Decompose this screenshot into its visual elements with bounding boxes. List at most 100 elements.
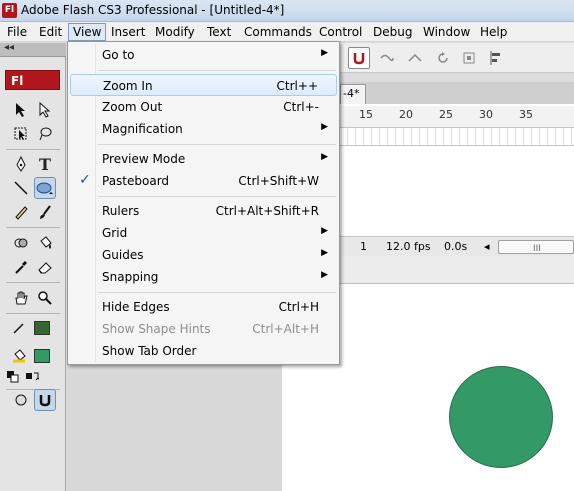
paint-bucket-tool-icon[interactable]: [34, 232, 56, 254]
object-drawing-icon[interactable]: [10, 389, 32, 411]
green-circle-shape[interactable]: [449, 366, 553, 468]
menu-item-label: Go to: [102, 48, 135, 62]
menu-item-magnification[interactable]: Magnification ▶: [70, 118, 337, 140]
menu-item-preview-mode[interactable]: Preview Mode ▶: [70, 148, 337, 170]
stage-edit-bar: [340, 256, 574, 284]
document-tab-bar: -4*: [340, 82, 574, 104]
submenu-arrow-icon: ▶: [321, 48, 328, 58]
eyedropper-tool-icon[interactable]: [10, 256, 32, 278]
lasso-tool-icon[interactable]: [34, 123, 56, 145]
submenu-arrow-icon: ▶: [321, 270, 328, 280]
timeline-status-bar: 1 12.0 fps 0.0s ◂ III: [340, 236, 574, 256]
menu-separator: [98, 196, 336, 197]
pencil-tool-icon[interactable]: [10, 201, 32, 223]
menu-window[interactable]: Window: [419, 23, 474, 41]
fill-color-chip: [34, 349, 50, 363]
window-title: Adobe Flash CS3 Professional - [Untitled…: [21, 3, 285, 17]
menu-item-show-tab-order[interactable]: Show Tab Order: [70, 340, 337, 362]
menu-modify[interactable]: Modify: [151, 23, 199, 41]
smooth-icon[interactable]: [376, 47, 398, 69]
align-icon[interactable]: [484, 47, 506, 69]
eraser-tool-icon[interactable]: [34, 256, 56, 278]
menu-item-hide-edges[interactable]: Hide Edges Ctrl+H: [70, 296, 337, 318]
brush-tool-icon[interactable]: [34, 201, 56, 223]
menu-item-pasteboard[interactable]: ✓ Pasteboard Ctrl+Shift+W: [70, 170, 337, 192]
swap-colors-icon[interactable]: [24, 369, 40, 385]
scale-icon[interactable]: [458, 47, 480, 69]
edit-toolbar: [340, 43, 574, 73]
submenu-arrow-icon: ▶: [321, 248, 328, 258]
menu-item-zoom-in[interactable]: Zoom In Ctrl++: [70, 74, 337, 96]
stroke-color-chip: [34, 321, 50, 335]
tools-divider: [6, 282, 60, 283]
menu-item-shortcut: Ctrl+Shift+W: [238, 174, 319, 188]
straighten-icon[interactable]: [404, 47, 426, 69]
tools-divider: [6, 227, 60, 228]
menu-item-label: Preview Mode: [102, 152, 186, 166]
menu-debug[interactable]: Debug: [369, 23, 416, 41]
menu-item-shortcut: Ctrl+Alt+Shift+R: [215, 204, 319, 218]
menu-item-snapping[interactable]: Snapping ▶: [70, 266, 337, 288]
menu-control[interactable]: Control: [315, 23, 366, 41]
document-tab[interactable]: -4*: [340, 84, 366, 104]
layer-frames[interactable]: [340, 128, 574, 146]
ruler-number: 35: [519, 108, 533, 121]
view-menu-dropdown: Go to ▶ Zoom In Ctrl++ Zoom Out Ctrl+- M…: [67, 41, 340, 365]
menu-item-grid[interactable]: Grid ▶: [70, 222, 337, 244]
menu-item-go-to[interactable]: Go to ▶: [70, 44, 337, 66]
subselection-tool-icon[interactable]: [34, 99, 56, 121]
menu-help[interactable]: Help: [476, 23, 511, 41]
ruler-number: 30: [479, 108, 493, 121]
black-and-white-icon[interactable]: [5, 369, 21, 385]
stroke-color-swatch[interactable]: [31, 317, 53, 339]
menu-item-label: Hide Edges: [102, 300, 170, 314]
oval-tool-icon[interactable]: [34, 177, 56, 199]
menu-item-guides[interactable]: Guides ▶: [70, 244, 337, 266]
menu-item-label: Pasteboard: [102, 174, 170, 188]
line-tool-icon[interactable]: [10, 177, 32, 199]
stroke-color-icon: [8, 317, 30, 339]
menu-item-label: Grid: [102, 226, 128, 240]
menu-item-label: Show Shape Hints: [102, 322, 211, 336]
tools-divider: [6, 313, 60, 314]
menu-item-zoom-out[interactable]: Zoom Out Ctrl+-: [70, 96, 337, 118]
snap-magnet-icon[interactable]: [348, 47, 370, 69]
selection-tool-icon[interactable]: [10, 99, 32, 121]
menu-file[interactable]: File: [3, 23, 31, 41]
menu-commands[interactable]: Commands: [240, 23, 316, 41]
menu-text[interactable]: Text: [203, 23, 235, 41]
menu-item-rulers[interactable]: Rulers Ctrl+Alt+Shift+R: [70, 200, 337, 222]
scrollbar-thumb[interactable]: III: [533, 244, 541, 254]
menu-insert[interactable]: Insert: [107, 23, 149, 41]
frame-rate: 12.0 fps: [386, 240, 431, 253]
ruler-number: 25: [439, 108, 453, 121]
fill-color-swatch[interactable]: [31, 345, 53, 367]
ruler-number: 15: [359, 108, 373, 121]
collapse-panel-icon[interactable]: ◂◂: [4, 42, 14, 53]
menu-view[interactable]: View: [68, 23, 107, 41]
zoom-tool-icon[interactable]: [34, 287, 56, 309]
tools-divider: [6, 149, 60, 150]
scroll-left-icon[interactable]: ◂: [484, 240, 490, 253]
hand-tool-icon[interactable]: [10, 287, 32, 309]
menu-item-label: Zoom Out: [102, 100, 163, 114]
ink-bottle-tool-icon[interactable]: [10, 232, 32, 254]
free-transform-tool-icon[interactable]: [10, 123, 32, 145]
menu-bar: File Edit View Insert Modify Text Comman…: [0, 22, 574, 42]
fill-color-icon: [8, 345, 30, 367]
current-frame: 1: [360, 240, 367, 253]
tools-panel-tab[interactable]: Fl: [5, 70, 60, 90]
rotate-icon[interactable]: [432, 47, 454, 69]
frame-ruler: 15 20 25 30 35: [340, 106, 574, 128]
snap-to-objects-icon[interactable]: [34, 389, 56, 411]
menu-item-shortcut: Ctrl+-: [283, 100, 319, 114]
text-tool-icon[interactable]: T: [34, 153, 56, 175]
checkmark-icon: ✓: [79, 172, 91, 188]
submenu-arrow-icon: ▶: [321, 152, 328, 162]
pen-tool-icon[interactable]: [10, 153, 32, 175]
timeline-panel: 15 20 25 30 35 1 12.0 fps 0.0s ◂ III: [340, 104, 574, 256]
menu-edit[interactable]: Edit: [35, 23, 66, 41]
timeline-scrollbar[interactable]: III: [498, 240, 574, 254]
menu-separator: [98, 70, 336, 71]
menu-separator: [98, 292, 336, 293]
